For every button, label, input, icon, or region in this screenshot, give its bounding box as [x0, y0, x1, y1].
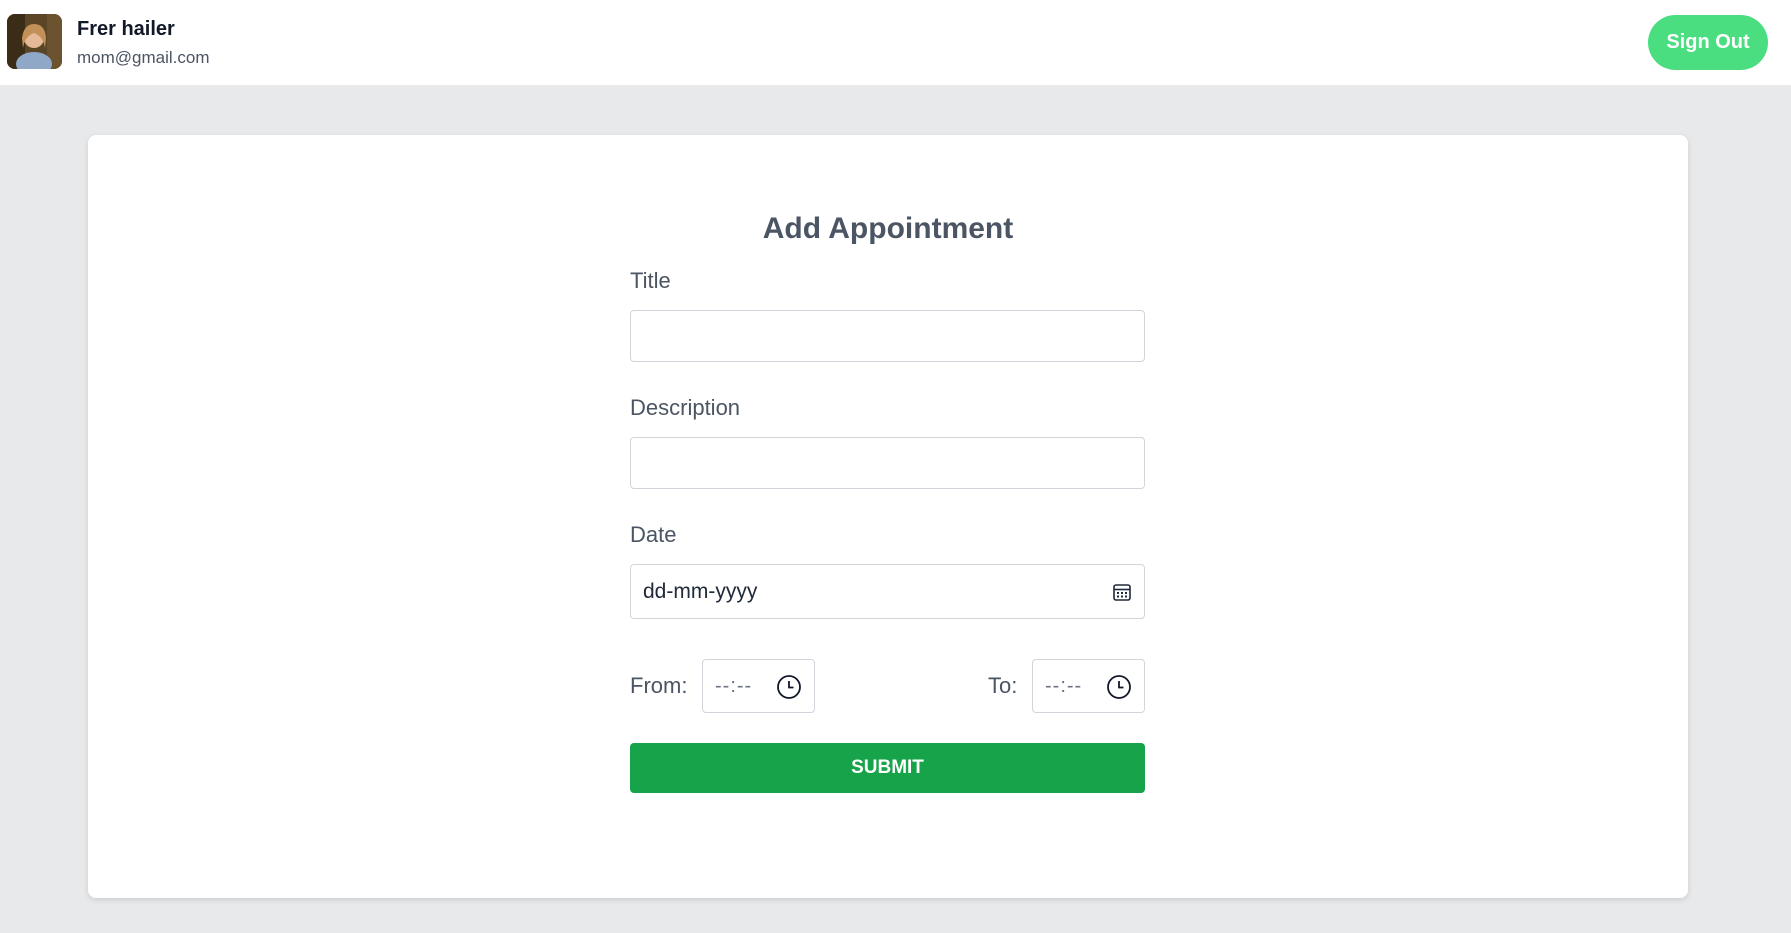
title-input[interactable] [630, 310, 1145, 362]
avatar[interactable] [7, 14, 62, 69]
submit-button[interactable]: SUBMIT [630, 743, 1145, 793]
form-title: Add Appointment [762, 212, 1014, 245]
to-label: To: [988, 673, 1018, 698]
date-input[interactable]: dd-mm-yyyy [630, 564, 1145, 619]
clock-icon[interactable] [776, 674, 802, 700]
top-bar: Frer hailer mom@gmail.com Sign Out [0, 0, 1791, 85]
to-time-input[interactable]: --:-- [1032, 659, 1145, 713]
from-time-placeholder: --:-- [715, 675, 753, 697]
date-placeholder: dd-mm-yyyy [643, 580, 758, 603]
calendar-icon[interactable] [1112, 582, 1132, 602]
to-time-placeholder: --:-- [1045, 675, 1083, 697]
from-time-input[interactable]: --:-- [702, 659, 815, 713]
from-label: From: [630, 673, 688, 698]
title-label: Title [630, 268, 671, 293]
description-label: Description [630, 395, 741, 420]
user-email: mom@gmail.com [77, 48, 210, 67]
user-name: Frer hailer [77, 18, 175, 40]
sign-out-button[interactable]: Sign Out [1648, 15, 1768, 70]
clock-icon[interactable] [1106, 674, 1132, 700]
description-input[interactable] [630, 437, 1145, 489]
date-label: Date [630, 522, 677, 547]
